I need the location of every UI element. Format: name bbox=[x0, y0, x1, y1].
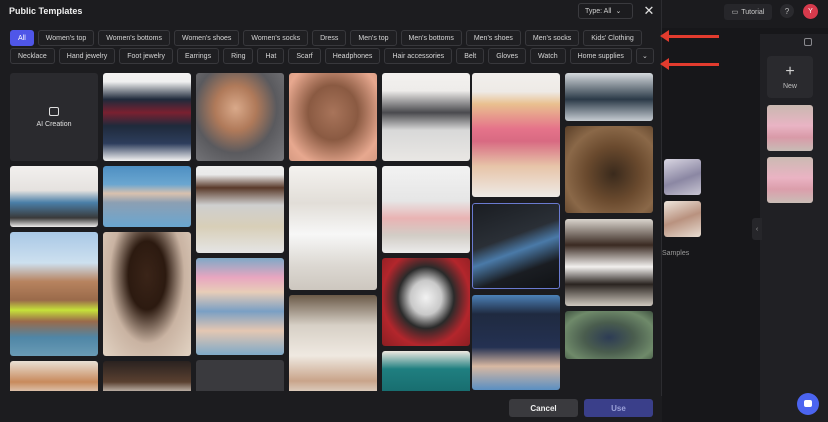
template-card[interactable] bbox=[196, 166, 284, 253]
category-chip[interactable]: Necklace bbox=[10, 48, 55, 64]
template-card[interactable] bbox=[10, 361, 98, 391]
category-chip[interactable]: Headphones bbox=[324, 48, 381, 64]
category-chip[interactable]: Foot jewelry bbox=[119, 48, 173, 64]
tutorial-label: Tutorial bbox=[741, 8, 765, 16]
type-filter-value: Type: All bbox=[585, 7, 612, 15]
category-chip[interactable]: Men's shoes bbox=[465, 30, 521, 46]
template-card[interactable] bbox=[472, 73, 560, 197]
template-card[interactable] bbox=[565, 73, 653, 121]
category-chip[interactable]: Hat bbox=[257, 48, 285, 64]
template-card[interactable] bbox=[382, 351, 470, 391]
template-card[interactable] bbox=[565, 219, 653, 306]
collapse-panel-button[interactable]: ‹ bbox=[752, 218, 762, 240]
category-chip[interactable]: Dress bbox=[312, 30, 347, 46]
type-filter-select[interactable]: Type: All ⌄ bbox=[578, 3, 633, 19]
ai-creation-label: AI Creation bbox=[36, 120, 72, 128]
tutorial-button[interactable]: ▭ Tutorial bbox=[724, 4, 772, 20]
category-row-2: Necklace Hand jewelry Foot jewelry Earrings… bbox=[10, 48, 654, 64]
ai-creation-tile[interactable]: AI Creation bbox=[10, 73, 98, 161]
template-card[interactable] bbox=[103, 232, 191, 356]
template-card[interactable] bbox=[565, 311, 653, 359]
category-chip[interactable]: Earrings bbox=[177, 48, 220, 64]
template-card[interactable] bbox=[10, 166, 98, 227]
category-chip[interactable]: Hair accessories bbox=[384, 48, 453, 64]
category-chip[interactable]: Ring bbox=[223, 48, 254, 64]
template-card[interactable] bbox=[565, 126, 653, 213]
chevron-down-icon: ⌄ bbox=[615, 8, 622, 15]
use-button[interactable]: Use bbox=[584, 399, 653, 417]
help-button[interactable]: ? bbox=[780, 4, 794, 18]
close-icon: ✕ bbox=[643, 3, 655, 18]
panel-thumbnail[interactable] bbox=[767, 105, 813, 151]
book-icon: ▭ bbox=[731, 9, 739, 16]
samples-label: Samples bbox=[662, 250, 690, 257]
category-chip[interactable]: Men's socks bbox=[524, 30, 580, 46]
category-chip[interactable]: Kids' Clothing bbox=[583, 30, 642, 46]
category-chip[interactable]: Women's top bbox=[37, 30, 95, 46]
template-card[interactable] bbox=[289, 295, 377, 391]
category-chip[interactable]: Home supplies bbox=[569, 48, 632, 64]
category-chip[interactable]: Women's socks bbox=[243, 30, 309, 46]
template-card[interactable] bbox=[382, 73, 470, 161]
new-button[interactable]: + New bbox=[767, 56, 813, 98]
template-grid: AI Creation bbox=[10, 73, 655, 391]
template-card[interactable] bbox=[103, 73, 191, 161]
category-chip[interactable]: Watch bbox=[530, 48, 566, 64]
app-window: ▭ Tutorial ? Y + New ‹ Samples Public Te… bbox=[0, 0, 828, 422]
panel-thumbnail[interactable] bbox=[767, 157, 813, 203]
avatar[interactable]: Y bbox=[803, 4, 818, 19]
template-card[interactable] bbox=[382, 258, 470, 346]
category-chip[interactable]: Women's shoes bbox=[173, 30, 240, 46]
template-card[interactable] bbox=[472, 295, 560, 390]
public-templates-modal: Public Templates Type: All ⌄ ✕ All Women'… bbox=[0, 0, 662, 422]
annotation-arrow bbox=[660, 30, 719, 42]
template-card[interactable] bbox=[289, 166, 377, 290]
chevron-down-icon: ⌄ bbox=[641, 53, 648, 60]
close-button[interactable]: ✕ bbox=[642, 3, 656, 19]
ai-image-icon bbox=[49, 106, 59, 116]
select-checkbox[interactable] bbox=[804, 38, 812, 46]
cancel-button[interactable]: Cancel bbox=[509, 399, 578, 417]
category-chip[interactable]: Belt bbox=[456, 48, 485, 64]
template-card[interactable] bbox=[472, 203, 560, 289]
template-card[interactable] bbox=[103, 361, 191, 391]
template-card[interactable] bbox=[289, 73, 377, 161]
category-chip[interactable]: Hand jewelry bbox=[58, 48, 116, 64]
category-chip[interactable]: All bbox=[10, 30, 34, 46]
new-label: New bbox=[782, 82, 797, 90]
chat-icon bbox=[804, 400, 812, 407]
category-row-1: All Women's top Women's bottoms Women's sho… bbox=[10, 30, 642, 46]
template-card[interactable] bbox=[10, 232, 98, 356]
category-chip[interactable]: Gloves bbox=[488, 48, 527, 64]
modal-title: Public Templates bbox=[9, 6, 83, 16]
more-categories-button[interactable]: ⌄ bbox=[635, 48, 654, 64]
category-chip[interactable]: Women's bottoms bbox=[98, 30, 170, 46]
category-chip[interactable]: Men's top bbox=[350, 30, 397, 46]
template-card[interactable] bbox=[382, 166, 470, 253]
annotation-arrow bbox=[660, 58, 719, 70]
plus-icon: + bbox=[785, 62, 795, 80]
sample-thumbnail[interactable] bbox=[664, 159, 701, 195]
template-card[interactable] bbox=[103, 166, 191, 227]
template-card[interactable] bbox=[196, 360, 284, 391]
category-chip[interactable]: Men's bottoms bbox=[400, 30, 462, 46]
category-chip[interactable]: Scarf bbox=[288, 48, 321, 64]
template-card[interactable] bbox=[196, 73, 284, 161]
chat-button[interactable] bbox=[797, 393, 819, 415]
sample-thumbnail[interactable] bbox=[664, 201, 701, 237]
template-card[interactable] bbox=[196, 258, 284, 355]
